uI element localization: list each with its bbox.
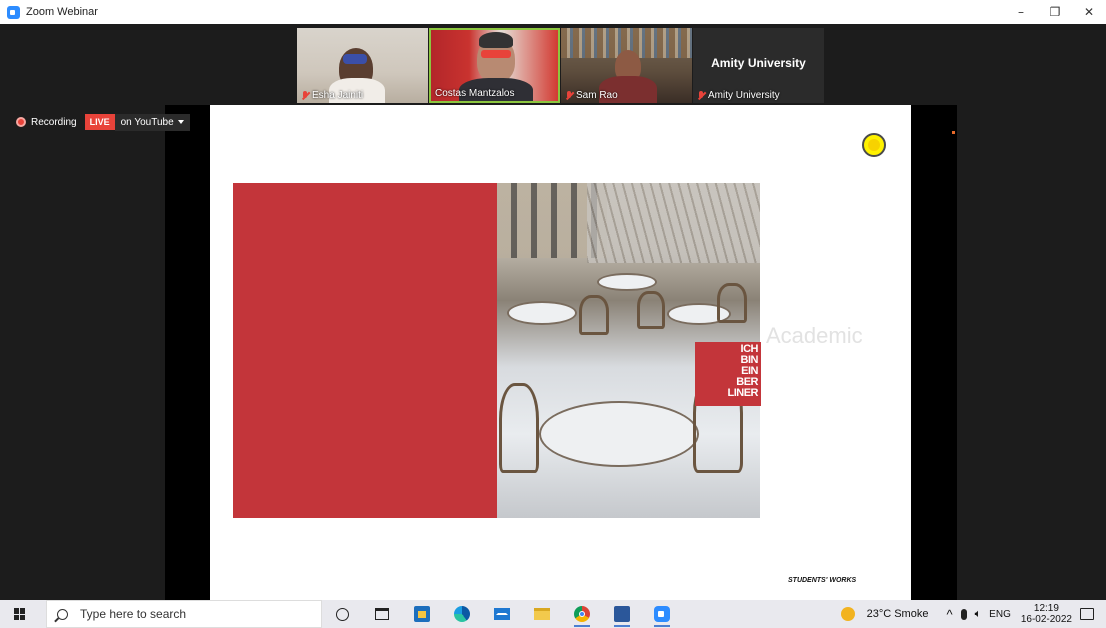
slide-red-block <box>233 183 497 518</box>
search-icon <box>57 608 68 620</box>
zoom-app-icon <box>7 5 20 19</box>
live-badge: LIVE <box>84 114 115 130</box>
restore-button[interactable]: ❐ <box>1038 0 1072 24</box>
mic-muted-icon <box>697 90 705 101</box>
clock-date: 16-02-2022 <box>1020 614 1072 625</box>
shared-slide: ICH BIN EIN BER LINER Academic STUDENTS'… <box>210 105 911 600</box>
chrome-icon <box>574 606 590 622</box>
task-view-icon <box>375 608 389 620</box>
folder-icon <box>534 608 550 620</box>
youtube-stream-menu[interactable]: on YouTube <box>114 113 190 131</box>
taskbar-zoom-app[interactable] <box>642 600 682 628</box>
participant-label: Costas Mantzalos <box>435 88 515 99</box>
tray-expand-icon[interactable]: ^ <box>946 607 952 622</box>
taskbar-mail-app[interactable] <box>482 600 522 628</box>
video-off-name: Amity University <box>711 56 806 70</box>
share-indicator <box>952 131 955 134</box>
windows-taskbar: Type here to search 23°C Smoke ^ 🔈︎ ENG … <box>0 600 1106 628</box>
weather-icon[interactable] <box>840 607 855 621</box>
task-view-button[interactable] <box>362 600 402 628</box>
taskbar-chrome-app[interactable] <box>562 600 602 628</box>
cortana-button[interactable] <box>322 600 362 628</box>
language-indicator[interactable]: ENG <box>989 609 1011 620</box>
microphone-icon[interactable] <box>960 608 967 620</box>
speaker-icon[interactable]: 🔈︎ <box>975 608 982 621</box>
recording-indicator: Recording LIVE on YouTube <box>16 112 190 132</box>
slide-overlay-text: ICH BIN EIN BER LINER <box>695 342 761 406</box>
word-icon <box>614 606 630 622</box>
slide-watermark: Academic <box>766 323 863 348</box>
taskbar-edge-app[interactable] <box>442 600 482 628</box>
mic-muted-icon <box>565 90 573 101</box>
edge-icon <box>454 606 470 622</box>
video-tile-sam[interactable]: Sam Rao <box>561 28 692 103</box>
participant-label: Esha Jainiti <box>301 90 363 101</box>
record-icon <box>16 117 26 127</box>
windows-logo-icon <box>14 608 26 620</box>
weather-text[interactable]: 23°C Smoke <box>867 608 929 620</box>
minimize-button[interactable]: – <box>1004 0 1038 24</box>
video-tile-amity[interactable]: Amity University Amity University <box>693 28 824 103</box>
window-title: Zoom Webinar <box>26 6 98 18</box>
search-placeholder: Type here to search <box>80 607 187 621</box>
close-button[interactable]: ✕ <box>1072 0 1106 24</box>
video-tile-costas[interactable]: Costas Mantzalos <box>429 28 560 103</box>
taskbar-file-explorer-app[interactable] <box>522 600 562 628</box>
participant-label: Amity University <box>697 90 780 101</box>
participant-label: Sam Rao <box>565 90 618 101</box>
taskbar-calendar-app[interactable] <box>402 600 442 628</box>
mic-muted-icon <box>301 90 309 101</box>
clock-time: 12:19 <box>1033 603 1059 614</box>
cortana-circle-icon <box>335 607 349 621</box>
chevron-down-icon <box>177 120 184 124</box>
zoom-icon <box>654 606 670 622</box>
start-button[interactable] <box>0 600 40 628</box>
calendar-icon <box>414 606 430 622</box>
window-controls: – ❐ ✕ <box>1004 0 1106 24</box>
pointer-highlight-icon <box>862 133 886 157</box>
video-tile-esha[interactable]: Esha Jainiti <box>297 28 428 103</box>
slide-footer: STUDENTS' WORKS <box>788 577 857 584</box>
taskbar-clock[interactable]: 12:19 16-02-2022 <box>1021 603 1072 625</box>
mail-icon <box>494 608 510 620</box>
window-title-bar: Zoom Webinar – ❐ ✕ <box>0 0 1106 24</box>
notification-center-icon[interactable] <box>1080 608 1094 620</box>
taskbar-search-box[interactable]: Type here to search <box>46 600 322 628</box>
taskbar-word-app[interactable] <box>602 600 642 628</box>
meeting-area: Esha Jainiti Costas Mantzalos Sam Rao Am… <box>0 24 1106 600</box>
system-tray: 23°C Smoke ^ 🔈︎ ENG 12:19 16-02-2022 <box>840 600 1106 628</box>
recording-label: Recording <box>31 116 77 128</box>
